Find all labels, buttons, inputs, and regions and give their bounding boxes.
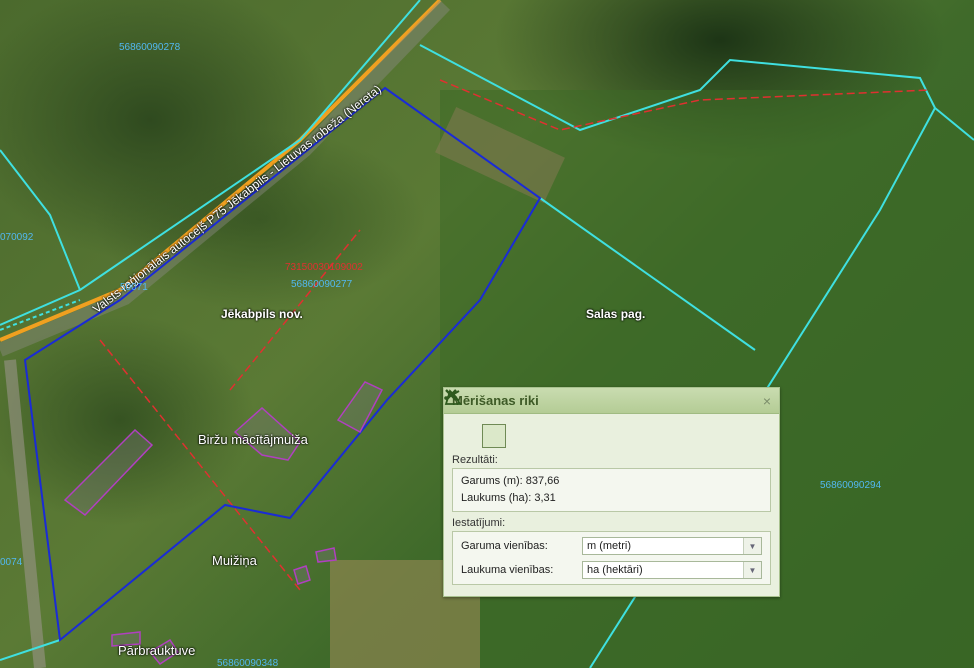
measure-area-button[interactable]	[444, 389, 506, 448]
area-units-label: Laukuma vienības:	[461, 563, 554, 576]
parcel-line	[0, 639, 61, 661]
parcel-id-label: 070092	[0, 232, 34, 243]
building	[293, 565, 311, 585]
length-units-row: Garuma vienības: m (metri) ▼	[461, 534, 762, 558]
clear-measurement-button[interactable]	[445, 389, 536, 448]
parcel-id-label: 56860090277	[291, 279, 353, 290]
map-view[interactable]: Valsts reģionālais autoceļš P75 Jēkabpil…	[0, 0, 974, 668]
area-result: Laukums (ha): 3,31	[461, 492, 556, 504]
length-result: Garums (m): 837,66	[461, 475, 560, 487]
length-units-label: Garuma vienības:	[461, 539, 548, 552]
cadastre-id-label: 73150030109002	[285, 262, 363, 273]
close-icon[interactable]: ×	[763, 393, 771, 409]
measurement-tools-panel: Mērišanas riki × Rezultāti: Garums (m): …	[443, 387, 780, 597]
measure-length-button[interactable]	[444, 390, 476, 448]
panel-header[interactable]: Mērišanas riki ×	[444, 388, 779, 414]
side-road	[4, 359, 46, 668]
parcel-id-label: 56860090278	[119, 42, 181, 53]
length-units-value: m (metri)	[587, 539, 631, 552]
close-icon	[445, 389, 457, 401]
results-label: Rezultāti:	[452, 454, 498, 466]
parcel-line	[0, 0, 421, 326]
parcel-id-label: 56860090348	[217, 658, 279, 668]
parcel-line	[0, 149, 81, 291]
panel-title: Mērišanas riki	[452, 393, 539, 408]
building	[63, 428, 154, 516]
building	[315, 547, 337, 563]
settings-box: Garuma vienības: m (metri) ▼ Laukuma vie…	[452, 531, 771, 585]
chevron-down-icon[interactable]: ▼	[743, 562, 761, 578]
road-orange	[0, 0, 442, 342]
place-label-crossing: Pārbrauktuve	[118, 643, 196, 658]
parcel-id-label: 56860090294	[820, 480, 882, 491]
settings-label: Iestatījumi:	[452, 517, 506, 529]
place-label-manor: Biržu mācītājmuiža	[198, 432, 308, 447]
chevron-down-icon[interactable]: ▼	[743, 538, 761, 554]
place-label-muiza: Muižiņa	[212, 553, 257, 568]
region-label-left: Jēkabpils nov.	[221, 307, 303, 321]
area-units-select[interactable]: ha (hektāri) ▼	[582, 561, 762, 579]
area-units-row: Laukuma vienības: ha (hektāri) ▼	[461, 558, 762, 582]
building	[336, 381, 384, 434]
area-units-value: ha (hektāri)	[587, 563, 643, 576]
road-gray	[0, 0, 451, 357]
region-label-right: Salas pag.	[586, 307, 646, 321]
tool-bar	[444, 389, 779, 452]
results-box: Garums (m): 837,66 Laukums (ha): 3,31	[452, 468, 771, 512]
parcel-id-label: 0074	[0, 557, 23, 568]
length-units-select[interactable]: m (metri) ▼	[582, 537, 762, 555]
parcel-id-label: 50071	[120, 282, 148, 293]
